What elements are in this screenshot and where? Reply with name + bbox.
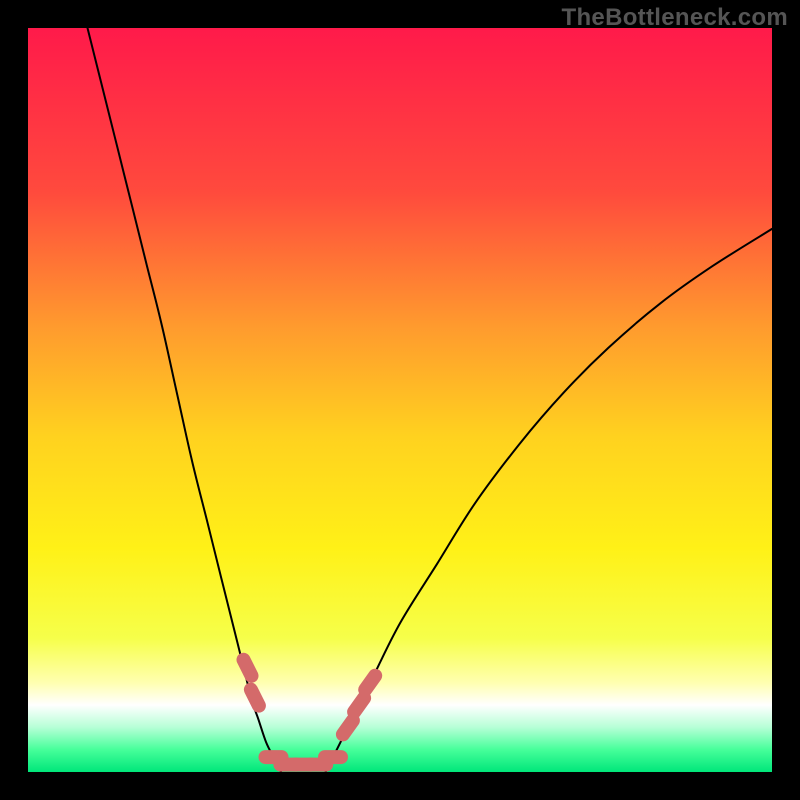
valley-marker [251,690,259,706]
plot-area [28,28,772,772]
valley-marker [365,676,375,690]
curve-layer [28,28,772,772]
valley-marker [343,720,353,734]
valley-marker [244,660,252,676]
watermark-text: TheBottleneck.com [562,4,788,32]
chart-frame: TheBottleneck.com [0,0,800,800]
marker-group [244,660,376,765]
valley-marker [354,698,364,712]
bottleneck-curve-right [326,229,772,772]
bottleneck-curve-left [88,28,282,772]
